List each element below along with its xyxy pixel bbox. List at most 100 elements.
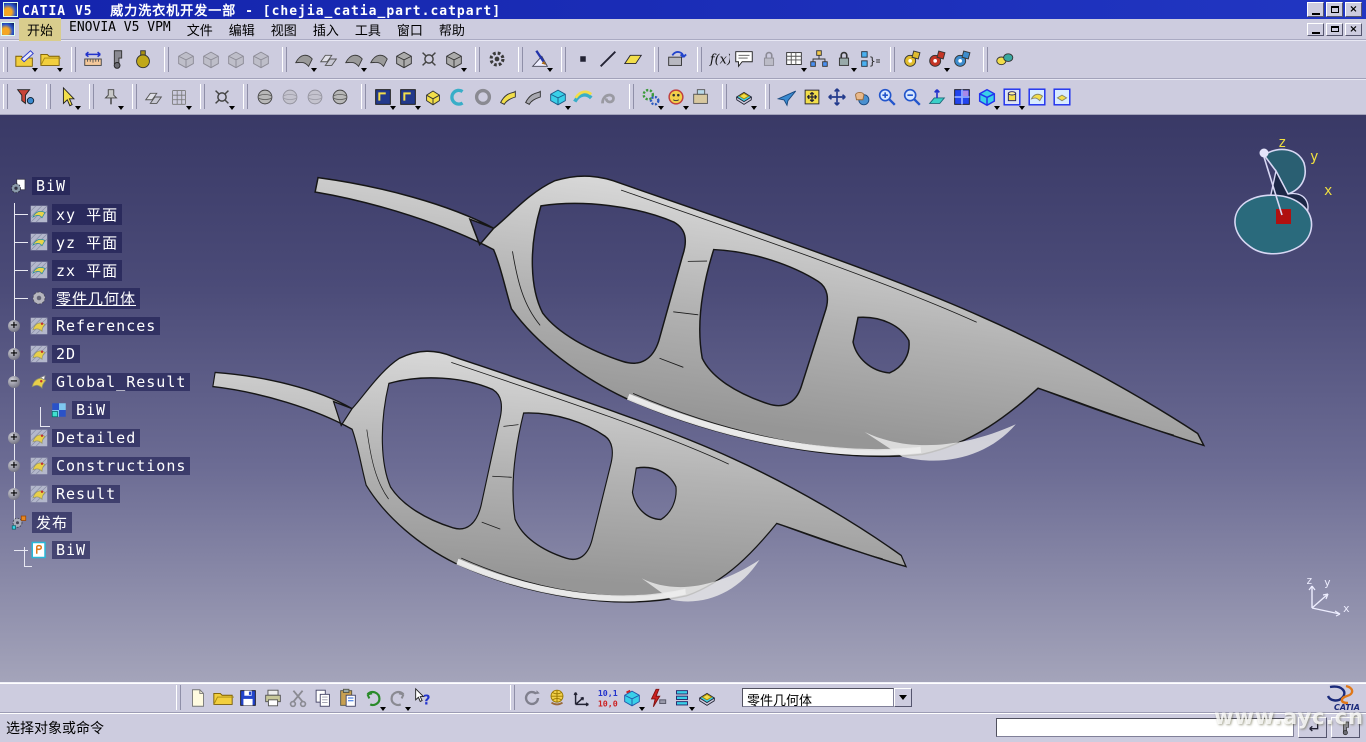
toolbar-drag-handle[interactable] <box>518 47 523 72</box>
surface-fold-button[interactable] <box>366 46 391 72</box>
update-all-button[interactable] <box>619 685 644 711</box>
knowledge-advisor-button[interactable] <box>924 46 949 72</box>
tree-item-Global_Result[interactable]: Global_Result <box>30 371 190 393</box>
fly-mode-button[interactable] <box>774 84 799 110</box>
rotate-button[interactable] <box>849 84 874 110</box>
toolbar-drag-handle[interactable] <box>654 47 659 72</box>
toolbar-drag-handle[interactable] <box>89 84 94 109</box>
sphere-shaded-button[interactable] <box>327 84 352 110</box>
groove-button[interactable] <box>470 84 495 110</box>
positioned-sketch-button[interactable] <box>395 84 420 110</box>
menu-窗口[interactable]: 窗口 <box>389 18 431 41</box>
toolbar-drag-handle[interactable] <box>983 47 988 72</box>
toolbar-drag-handle[interactable] <box>697 47 702 72</box>
body-selector-combobox[interactable]: 零件几何体 <box>742 688 912 707</box>
push-pin-button[interactable] <box>98 84 123 110</box>
tree-item-零件几何体[interactable]: 零件几何体 <box>30 287 140 309</box>
toolbar-drag-handle[interactable] <box>3 47 8 72</box>
tree-item-Detailed[interactable]: Detailed <box>30 427 140 449</box>
catalog-globe-button[interactable] <box>544 685 569 711</box>
tree-item-发布[interactable]: 发布 <box>10 511 72 533</box>
tree-item-BiW[interactable]: BiW <box>30 539 90 561</box>
toolbar-drag-handle[interactable] <box>361 84 366 109</box>
surface-trim-more-arrow-icon[interactable] <box>461 68 467 72</box>
snap-to-point-more-arrow-icon[interactable] <box>229 106 235 110</box>
tree-item-BiW[interactable]: BiW <box>10 175 70 197</box>
biw-3d-model[interactable] <box>0 115 1366 682</box>
toolbar-drag-handle[interactable] <box>282 47 287 72</box>
open-document-button[interactable] <box>210 685 235 711</box>
create-multi-view-button[interactable] <box>949 84 974 110</box>
tree-item-2D[interactable]: 2D <box>30 343 80 365</box>
close-button[interactable]: × <box>1345 2 1362 17</box>
rib-button[interactable] <box>495 84 520 110</box>
toolbar-drag-handle[interactable] <box>200 84 205 109</box>
collapse-node-Global_Result[interactable]: − <box>8 376 20 388</box>
plane-button[interactable] <box>620 46 645 72</box>
open-from-catalog-more-arrow-icon[interactable] <box>57 68 63 72</box>
lock-button[interactable] <box>831 46 856 72</box>
catalog-button[interactable] <box>663 46 688 72</box>
slot-button[interactable] <box>520 84 545 110</box>
sketcher-button[interactable] <box>527 46 552 72</box>
axis-system-button[interactable] <box>569 685 594 711</box>
measure-inertia-button[interactable] <box>130 46 155 72</box>
restore-button[interactable] <box>1326 2 1343 17</box>
measure-tools-button[interactable] <box>1331 717 1360 738</box>
constraint-balls-button[interactable] <box>992 46 1017 72</box>
menu-开始[interactable]: 开始 <box>19 18 61 41</box>
rules-button[interactable] <box>856 46 881 72</box>
expand-node-2D[interactable]: + <box>8 348 20 360</box>
comment-button[interactable] <box>731 46 756 72</box>
menu-工具[interactable]: 工具 <box>347 18 389 41</box>
expand-node-Detailed[interactable]: + <box>8 432 20 444</box>
powercopy-button[interactable] <box>688 84 713 110</box>
fit-all-in-button[interactable] <box>799 84 824 110</box>
tree-item-xy 平面[interactable]: xy 平面 <box>30 203 122 225</box>
compass-free-rotation-handle[interactable] <box>1260 149 1269 158</box>
select-more-arrow-icon[interactable] <box>75 106 81 110</box>
options-gear-button[interactable] <box>484 46 509 72</box>
zoom-in-button[interactable] <box>874 84 899 110</box>
minimize-button[interactable] <box>1307 2 1324 17</box>
sphere-tool-button[interactable] <box>252 84 277 110</box>
open-from-catalog-button[interactable] <box>37 46 62 72</box>
body-selector-dropdown-button[interactable] <box>894 688 912 707</box>
expand-node-References[interactable]: + <box>8 320 20 332</box>
new-document-button[interactable] <box>185 685 210 711</box>
expand-node-Constructions[interactable]: + <box>8 460 20 472</box>
line-button[interactable] <box>595 46 620 72</box>
pan-button[interactable] <box>824 84 849 110</box>
surface-trim-button[interactable] <box>441 46 466 72</box>
redo-button[interactable] <box>385 685 410 711</box>
hide-show-button[interactable] <box>1024 84 1049 110</box>
toolbar-drag-handle[interactable] <box>46 84 51 109</box>
paste-button[interactable] <box>335 685 360 711</box>
toolbar-drag-handle[interactable] <box>765 84 770 109</box>
snap-coordinates-button[interactable] <box>594 685 619 711</box>
work-grid-more-arrow-icon[interactable] <box>186 106 192 110</box>
menu-视图[interactable]: 视图 <box>263 18 305 41</box>
mdi-restore-button[interactable] <box>1326 23 1343 36</box>
pad-button[interactable] <box>420 84 445 110</box>
shell-button[interactable] <box>545 84 570 110</box>
target-point-button[interactable] <box>416 46 441 72</box>
toolbar-drag-handle[interactable] <box>561 47 566 72</box>
snap-to-point-button[interactable] <box>209 84 234 110</box>
open-body-button[interactable] <box>694 685 719 711</box>
knowledge-owl-button[interactable] <box>663 84 688 110</box>
enovia-save-button[interactable] <box>12 84 37 110</box>
isometric-view-button[interactable] <box>974 84 999 110</box>
power-input-field[interactable] <box>996 718 1294 737</box>
expand-node-Result[interactable]: + <box>8 488 20 500</box>
toolbar-drag-handle[interactable] <box>3 84 8 109</box>
cut-button[interactable] <box>285 685 310 711</box>
normal-view-button[interactable] <box>924 84 949 110</box>
push-pin-more-arrow-icon[interactable] <box>118 106 124 110</box>
mdi-close-button[interactable]: × <box>1345 23 1362 36</box>
tree-item-References[interactable]: References <box>30 315 160 337</box>
save-button[interactable] <box>235 685 260 711</box>
tree-item-Result[interactable]: Result <box>30 483 120 505</box>
menu-文件[interactable]: 文件 <box>179 18 221 41</box>
toolbar-drag-handle[interactable] <box>176 685 181 710</box>
